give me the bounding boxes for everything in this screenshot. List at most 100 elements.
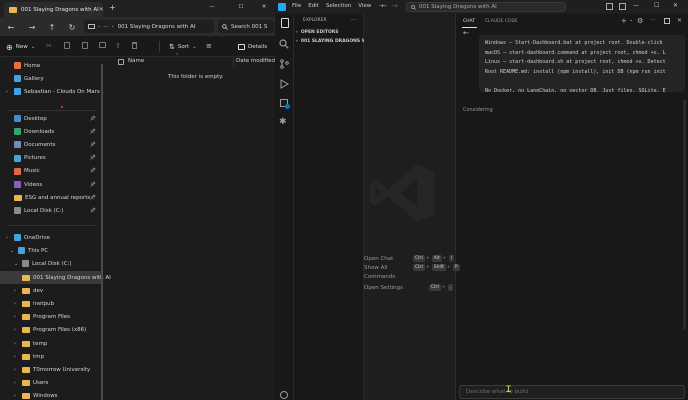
nav-item-downloads[interactable]: Downloads 📌	[0, 125, 101, 138]
nav-item-sebastian-clouds-on-mars[interactable]: › Sebastian - Clouds On Mars	[0, 85, 101, 98]
explorer-tab[interactable]: 001 Slaying Dragons with AI ✕	[4, 2, 104, 17]
folder-section[interactable]: › 001 SLAYING DRAGONS WI...	[296, 39, 373, 44]
new-tab-button[interactable]: +	[109, 3, 116, 12]
chevron-right-icon[interactable]: ›	[14, 288, 16, 294]
delete-icon[interactable]	[132, 42, 137, 49]
chevron-right-icon[interactable]: ›	[14, 367, 16, 373]
open-editors-section[interactable]: › OPEN EDITORS	[296, 30, 338, 35]
settings-icon[interactable]: ⚙	[637, 17, 643, 25]
chevron-down-icon[interactable]: ⌄	[629, 17, 633, 23]
nav-folder-windows[interactable]: › Windows	[0, 390, 101, 400]
sidebar-more-button[interactable]: ···	[351, 17, 356, 23]
nav-item-gallery[interactable]: Gallery	[0, 72, 101, 85]
minimize-button[interactable]: —	[200, 1, 224, 13]
minimize-button[interactable]: —	[633, 2, 639, 9]
chevron-right-icon[interactable]: ›	[6, 89, 8, 95]
menu-view[interactable]: View	[358, 3, 371, 9]
select-all-checkbox[interactable]	[118, 59, 124, 65]
nav-item-onedrive[interactable]: › OneDrive	[0, 231, 101, 244]
details-pane-button[interactable]: Details	[238, 42, 267, 52]
maximize-button[interactable]: ☐	[654, 2, 659, 9]
nav-item-desktop[interactable]: Desktop 📌	[0, 112, 101, 125]
account-icon[interactable]	[280, 391, 288, 399]
address-overflow[interactable]: ···	[103, 24, 108, 30]
cut-icon[interactable]: ✂	[46, 42, 52, 50]
chevron-down-icon[interactable]: ⌄	[14, 261, 18, 267]
nav-folder-program-files-x86-[interactable]: › Program Files (x86)	[0, 324, 101, 337]
close-window-button[interactable]: ✕	[252, 1, 276, 13]
nav-folder-program-files[interactable]: › Program Files	[0, 311, 101, 324]
chevron-right-icon[interactable]: ›	[14, 354, 16, 360]
forward-button[interactable]: →	[26, 21, 38, 33]
pin-icon[interactable]: 📌	[90, 195, 96, 201]
source-control-icon[interactable]	[279, 59, 289, 69]
up-button[interactable]: ↑	[46, 21, 58, 33]
nav-item-pictures[interactable]: Pictures 📌	[0, 152, 101, 165]
nav-item-videos[interactable]: Videos 📌	[0, 178, 101, 191]
pin-icon[interactable]: 📌	[90, 129, 96, 135]
new-chat-icon[interactable]: +	[621, 17, 627, 25]
back-arrow-icon[interactable]: ←	[463, 29, 469, 37]
menu-file[interactable]: File	[292, 3, 301, 9]
share-icon[interactable]: ⇪	[115, 42, 121, 50]
column-date-modified[interactable]: Date modified	[236, 58, 275, 68]
chevron-right-icon[interactable]: ›	[14, 393, 16, 399]
pin-icon[interactable]: 📌	[90, 168, 96, 174]
close-window-button[interactable]: ✕	[673, 2, 678, 9]
rename-icon[interactable]	[99, 42, 106, 48]
run-debug-icon[interactable]	[279, 79, 289, 89]
close-tab-icon[interactable]: ✕	[99, 6, 104, 13]
nav-item-music[interactable]: Music 📌	[0, 165, 101, 178]
chat-input[interactable]: Describe what to build	[459, 385, 685, 399]
nav-folder-tmp[interactable]: › tmp	[0, 350, 101, 363]
back-icon[interactable]: ←	[381, 2, 387, 10]
pin-icon[interactable]: 📌	[90, 155, 96, 161]
nav-item-local-disk-c-[interactable]: ⌄ Local Disk (C:)	[0, 257, 101, 270]
maximize-button[interactable]: ☐	[229, 1, 253, 13]
menu-edit[interactable]: Edit	[308, 3, 319, 9]
nav-item-esg-and-annual-reports[interactable]: ESG and annual reports 📌	[0, 191, 101, 204]
tab-chat[interactable]: CHAT	[463, 19, 475, 24]
copy-icon[interactable]	[64, 42, 70, 49]
chevron-right-icon[interactable]: ›	[14, 314, 16, 320]
new-button[interactable]: ⊕ New ⌄	[6, 42, 35, 52]
nav-folder-001-slaying-dragons-with-ai[interactable]: 001 Slaying Dragons with AI	[0, 271, 111, 284]
search-input[interactable]: Search 001 S	[218, 20, 274, 33]
chevron-right-icon[interactable]: ›	[6, 235, 8, 241]
column-name[interactable]: Name	[128, 58, 144, 68]
view-icon[interactable]: ≡	[206, 42, 212, 50]
pin-icon[interactable]: 📌	[90, 142, 96, 148]
paste-icon[interactable]	[82, 42, 88, 49]
close-panel-icon[interactable]: ✕	[677, 17, 682, 24]
command-center[interactable]: 001 Slaying Dragons with AI	[406, 2, 566, 12]
layout-icon[interactable]	[619, 3, 626, 10]
chevron-down-icon[interactable]: ⌄	[10, 248, 14, 254]
address-box[interactable]: › ··· › 001 Slaying Dragons with AI	[84, 20, 214, 33]
nav-folder-inetpub[interactable]: › inetpub	[0, 297, 101, 310]
more-icon[interactable]: ···	[650, 17, 655, 23]
chevron-right-icon[interactable]: ›	[14, 327, 16, 333]
nav-item-documents[interactable]: Documents 📌	[0, 138, 101, 151]
maximize-panel-icon[interactable]	[664, 18, 670, 24]
pin-icon[interactable]: 📌	[90, 208, 96, 214]
file-list[interactable]	[104, 58, 275, 400]
nav-item-this-pc[interactable]: ⌄ This PC	[0, 244, 101, 257]
explorer-icon[interactable]	[281, 18, 289, 28]
refresh-button[interactable]: ↻	[66, 21, 78, 33]
layout-icon[interactable]	[606, 3, 613, 10]
nav-item-home[interactable]: Home	[0, 59, 101, 72]
sparkle-icon[interactable]: ✱	[279, 117, 287, 127]
chevron-right-icon[interactable]: ›	[14, 341, 16, 347]
back-button[interactable]: ←	[5, 21, 17, 33]
nav-folder-users[interactable]: › Users	[0, 377, 101, 390]
nav-item-local-disk-c-[interactable]: Local Disk (C:) 📌	[0, 204, 101, 217]
forward-icon[interactable]: →	[392, 2, 398, 10]
chevron-right-icon[interactable]: ›	[14, 301, 16, 307]
chevron-right-icon[interactable]: ›	[14, 380, 16, 386]
sort-button[interactable]: ⇅ Sort ⌄	[169, 42, 197, 52]
nav-folder-t0morrow-university[interactable]: › T0morrow University	[0, 363, 101, 376]
nav-folder-dev[interactable]: › dev	[0, 284, 101, 297]
pin-icon[interactable]: 📌	[90, 116, 96, 122]
chat-scrollbar[interactable]	[683, 100, 686, 330]
menu-selection[interactable]: Selection	[326, 3, 351, 9]
